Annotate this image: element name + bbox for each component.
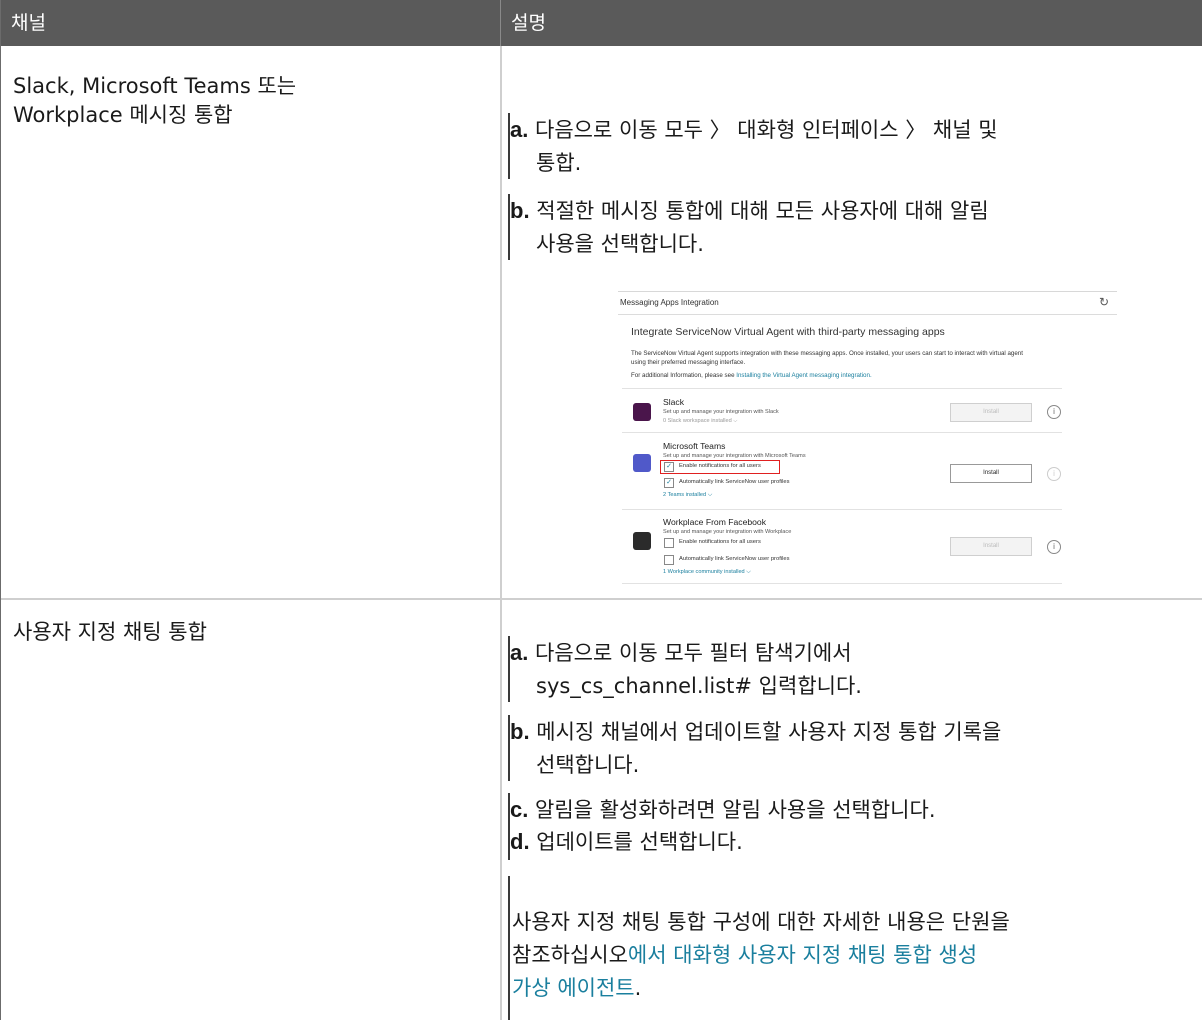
checkbox-enable-notifications-workplace [664, 538, 674, 548]
step-b: b. 메시징 채널에서 업데이트할 사용자 지정 통합 기록을 선택합니다. [510, 719, 1002, 777]
divider [622, 432, 1062, 433]
header-description: 설명 [511, 12, 546, 34]
install-button-teams: Install [950, 464, 1032, 483]
channel-name: Slack, Microsoft Teams 또는 Workplace 메시징 … [13, 74, 297, 127]
step-marker [508, 876, 510, 1020]
checkbox-auto-link-workplace [664, 555, 674, 565]
divider [622, 388, 1062, 389]
app-name-workplace: Workplace From Facebook [663, 517, 767, 527]
app-subtitle-teams: Set up and manage your integration with … [663, 453, 806, 459]
app-subtitle-workplace: Set up and manage your integration with … [663, 529, 792, 535]
step-d: d. 업데이트를 선택합니다. [510, 829, 743, 854]
checkbox-label: Automatically link ServiceNow user profi… [679, 556, 790, 562]
step-b: b. 적절한 메시징 통합에 대해 모든 사용자에 대해 알림 사용을 선택합니… [510, 198, 989, 256]
app-installed-slack: 0 Slack workspace installed ⌵ [663, 418, 738, 424]
reference-link[interactable]: 에서 대화형 사용자 지정 채팅 통합 생성 [628, 943, 977, 967]
install-button-slack: Install [950, 403, 1032, 422]
checkbox-auto-link-teams: ✓ [664, 478, 674, 488]
channel-name: 사용자 지정 채팅 통합 [13, 620, 207, 644]
channel-cell: 사용자 지정 채팅 통합 [1, 600, 502, 1020]
app-installed-teams: 2 Teams installed ⌵ [663, 492, 713, 498]
checkbox-enable-notifications-teams: ✓ [664, 462, 674, 472]
reference-note: 사용자 지정 채팅 통합 구성에 대한 자세한 내용은 단원을 참조하십시오에서… [512, 910, 1010, 1000]
step-c: c. 알림을 활성화하려면 알림 사용을 선택합니다. [510, 797, 936, 822]
info-icon: i [1047, 405, 1061, 419]
install-button-workplace: Install [950, 537, 1032, 556]
checkbox-label: Enable notifications for all users [679, 539, 761, 545]
divider [622, 583, 1062, 584]
app-subtitle-slack: Set up and manage your integration with … [663, 409, 779, 415]
screenshot-description: The ServiceNow Virtual Agent supports in… [631, 350, 1023, 366]
header-channel: 채널 [1, 0, 501, 46]
app-name-teams: Microsoft Teams [663, 441, 726, 451]
checkbox-label: Automatically link ServiceNow user profi… [679, 479, 790, 485]
info-icon: i [1047, 540, 1061, 554]
chevron-down-icon: ⌵ [733, 418, 738, 424]
chevron-down-icon: ⌵ [746, 569, 751, 575]
reference-link-cont[interactable]: 가상 에이전트 [512, 976, 635, 1000]
screenshot-more-info: For additional Information, please see I… [631, 372, 872, 379]
integration-doc-link: Installing the Virtual Agent messaging i… [736, 372, 872, 379]
channel-cell: Slack, Microsoft Teams 또는 Workplace 메시징 … [1, 46, 502, 598]
app-installed-workplace: 1 Workplace community installed ⌵ [663, 569, 751, 575]
chevron-down-icon: ⌵ [707, 492, 713, 498]
screenshot-title: Messaging Apps Integration [620, 298, 719, 307]
slack-icon [633, 403, 651, 421]
workplace-icon [633, 532, 651, 550]
info-icon: i [1047, 467, 1061, 481]
app-name-slack: Slack [663, 397, 685, 407]
refresh-icon: ↻ [1098, 295, 1109, 309]
screenshot-title-bar: Messaging Apps Integration ↻ [618, 292, 1117, 315]
step-a: a. 다음으로 이동 모두 〉 대화형 인터페이스 〉 채널 및 통합. [510, 117, 998, 175]
screenshot-heading: Integrate ServiceNow Virtual Agent with … [631, 326, 945, 338]
checkbox-label: Enable notifications for all users [679, 463, 761, 469]
divider [622, 509, 1062, 510]
channel-table: 채널 설명 Slack, Microsoft Teams 또는 Workplac… [0, 0, 1202, 1020]
step-a: a. 다음으로 이동 모두 필터 탐색기에서 sys_cs_channel.li… [510, 640, 862, 698]
messaging-apps-screenshot: Messaging Apps Integration ↻ Integrate S… [618, 291, 1117, 590]
microsoft-teams-icon [633, 454, 651, 472]
table-header: 채널 설명 [1, 0, 1202, 46]
